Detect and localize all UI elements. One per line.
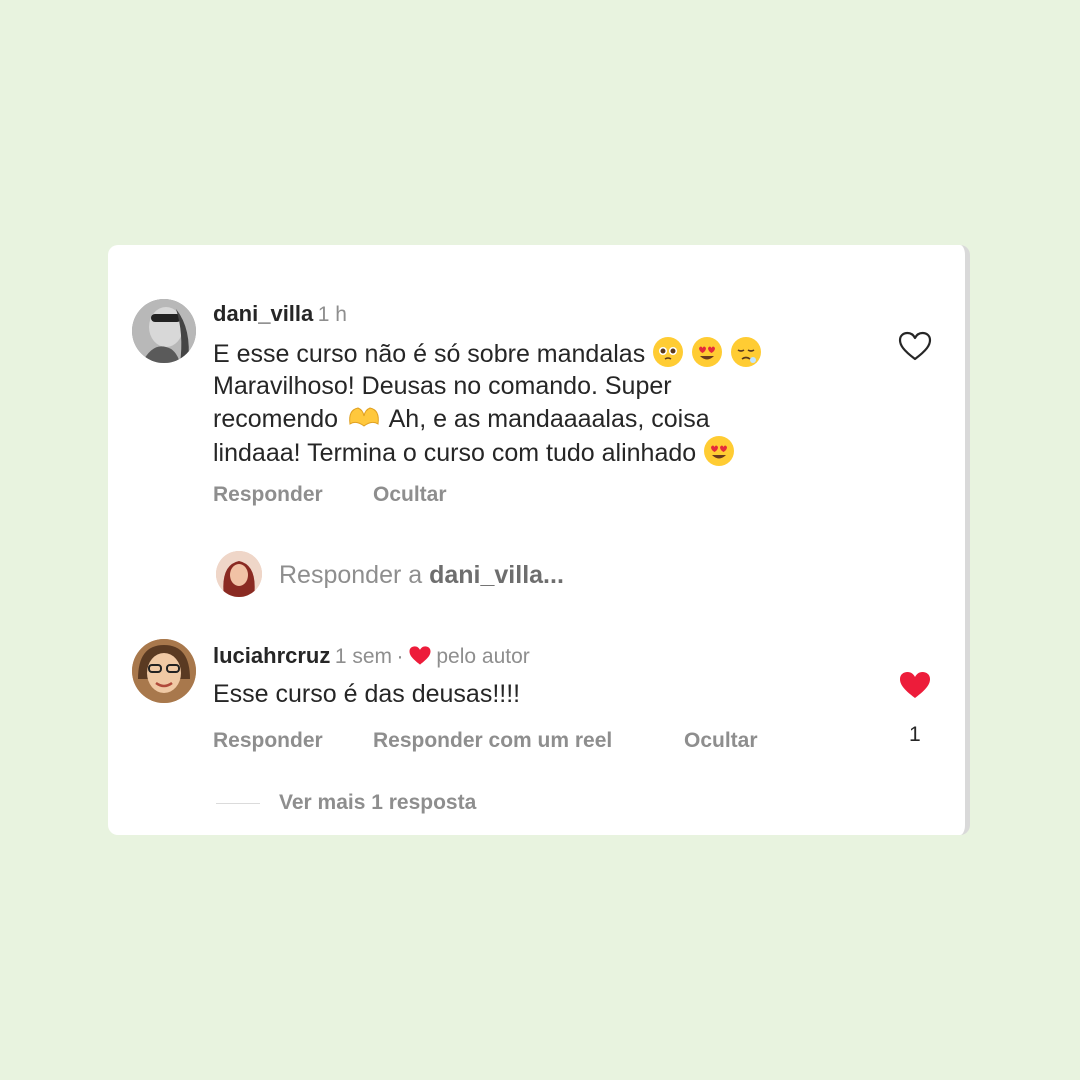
avatar-photo-icon bbox=[132, 299, 196, 363]
view-more-replies-button[interactable]: Ver mais 1 resposta bbox=[279, 791, 476, 815]
reply-input[interactable]: Responder a dani_villa... bbox=[279, 561, 564, 590]
like-count: 1 bbox=[909, 723, 921, 746]
current-user-avatar bbox=[216, 551, 262, 597]
comment-line: Maravilhoso! Deusas no comando. Super bbox=[213, 371, 672, 400]
comment-line: lindaaa! Termina o curso com tudo alinha… bbox=[213, 438, 697, 467]
separator: · bbox=[396, 645, 404, 668]
comment-1-text: E esse curso não é só sobre mandalas Mar… bbox=[213, 337, 762, 469]
reply-with-reel-button[interactable]: Responder com um reel bbox=[373, 729, 612, 753]
hide-button[interactable]: Ocultar bbox=[684, 729, 758, 753]
reply-target-username: dani_villa... bbox=[429, 561, 564, 589]
author-like-heart-icon bbox=[408, 645, 432, 671]
avatar-photo-icon bbox=[216, 551, 262, 597]
comments-card: dani_villa 1 h E esse curso não é só sob… bbox=[108, 245, 970, 835]
like-heart-outline-icon[interactable] bbox=[898, 331, 932, 361]
reply-input-placeholder: Responder a bbox=[279, 561, 430, 589]
timestamp: 1 sem bbox=[334, 645, 393, 668]
heart-eyes-emoji-icon bbox=[692, 337, 723, 367]
replies-divider bbox=[216, 803, 260, 804]
avatar-photo-icon bbox=[132, 639, 196, 703]
comment-line: recomendo bbox=[213, 405, 339, 433]
relieved-emoji-icon bbox=[731, 337, 762, 367]
comment-2-text: Esse curso é das deusas!!!! bbox=[213, 680, 521, 708]
username[interactable]: luciahrcruz bbox=[213, 643, 330, 668]
comment-1-header: dani_villa 1 h bbox=[213, 301, 347, 327]
avatar-luciahrcruz[interactable] bbox=[132, 639, 196, 703]
reply-button[interactable]: Responder bbox=[213, 729, 323, 753]
heart-hands-emoji-icon bbox=[346, 402, 382, 432]
avatar-dani-villa[interactable] bbox=[132, 299, 196, 363]
username[interactable]: dani_villa bbox=[213, 301, 313, 326]
reply-button[interactable]: Responder bbox=[213, 483, 323, 507]
timestamp: 1 h bbox=[317, 303, 347, 326]
pleading-face-emoji-icon bbox=[653, 337, 684, 367]
hide-button[interactable]: Ocultar bbox=[373, 483, 447, 507]
like-heart-filled-icon[interactable] bbox=[898, 670, 932, 700]
comment-line: Ah, e as mandaaaalas, coisa bbox=[388, 405, 710, 433]
comment-line: E esse curso não é só sobre mandalas bbox=[213, 340, 646, 368]
comment-2-header: luciahrcruz 1 sem · pelo autor bbox=[213, 643, 530, 671]
heart-eyes-emoji-icon bbox=[704, 435, 735, 466]
liked-by-author-label: pelo autor bbox=[436, 645, 530, 668]
